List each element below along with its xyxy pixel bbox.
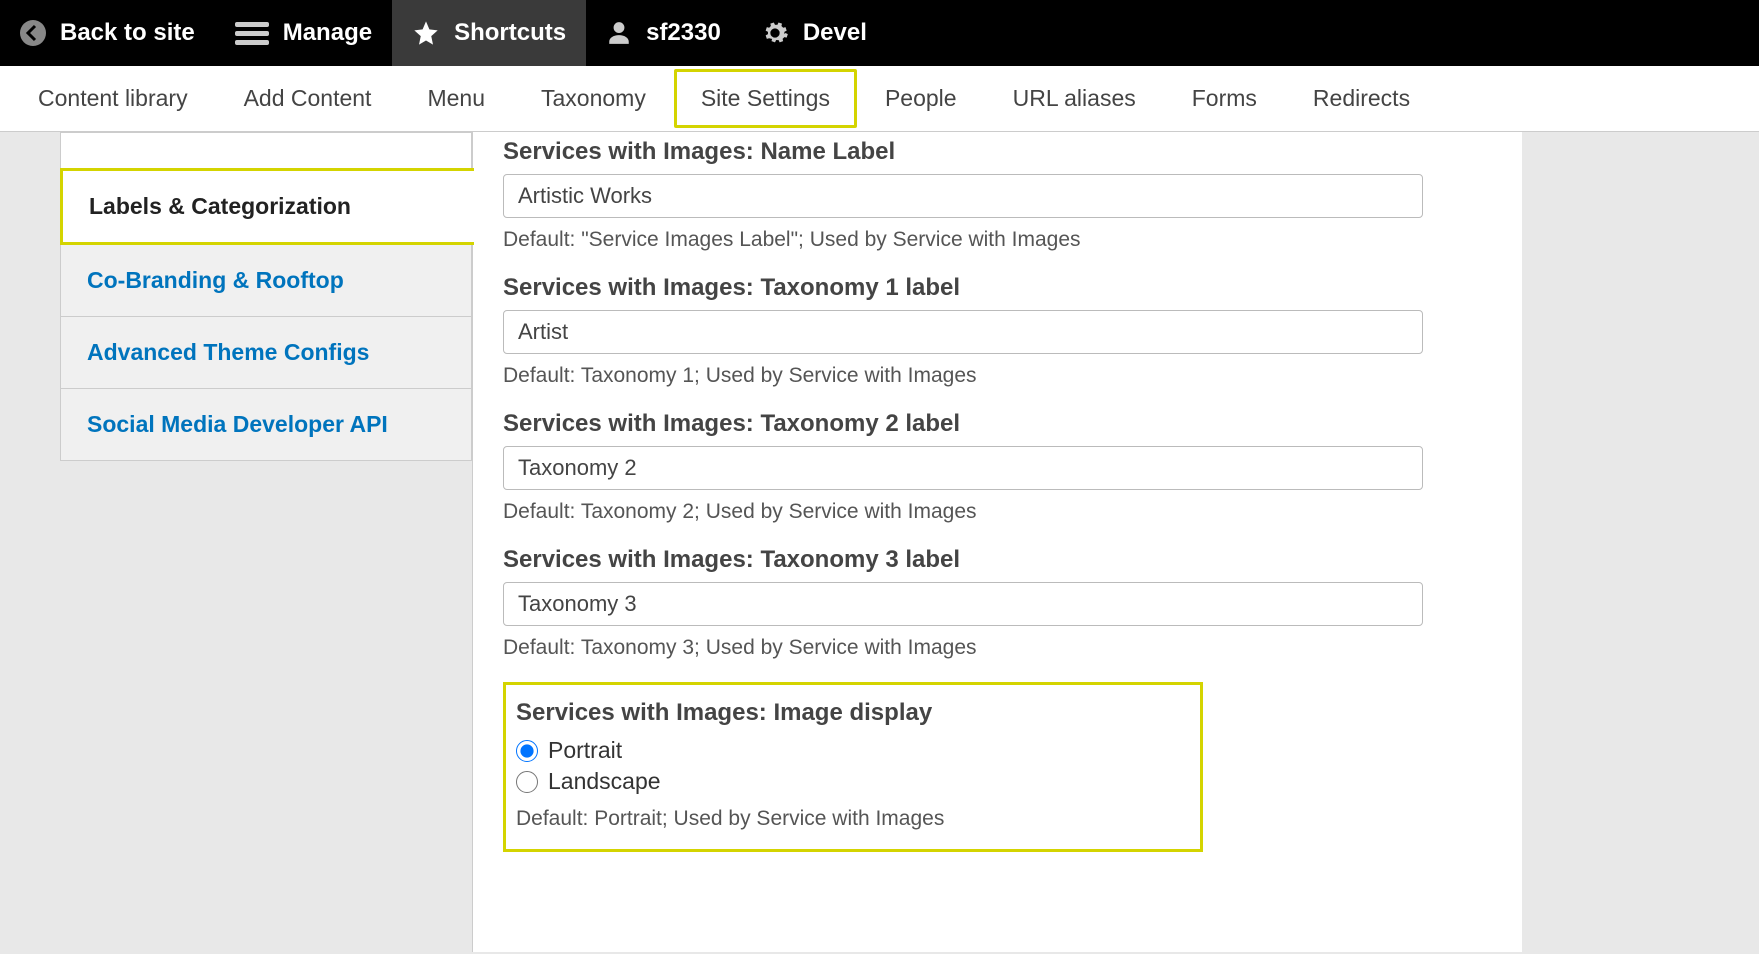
nav-taxonomy[interactable]: Taxonomy xyxy=(513,69,674,128)
secondary-nav: Content library Add Content Menu Taxonom… xyxy=(0,66,1759,132)
radio-portrait-label: Portrait xyxy=(548,737,622,764)
radio-portrait-input[interactable] xyxy=(516,740,538,762)
nav-content-library[interactable]: Content library xyxy=(10,69,216,128)
back-to-site-label: Back to site xyxy=(60,19,195,47)
field-name-label-input[interactable] xyxy=(503,174,1423,218)
field-taxonomy3: Services with Images: Taxonomy 3 label D… xyxy=(503,546,1492,660)
field-taxonomy1-title: Services with Images: Taxonomy 1 label xyxy=(503,274,1492,302)
sidebar-blank-top xyxy=(60,132,472,168)
nav-url-aliases[interactable]: URL aliases xyxy=(985,69,1164,128)
field-taxonomy2-help: Default: Taxonomy 2; Used by Service wit… xyxy=(503,500,1492,524)
field-taxonomy1: Services with Images: Taxonomy 1 label D… xyxy=(503,274,1492,388)
user-icon xyxy=(606,19,632,47)
sidebar-item-social-api[interactable]: Social Media Developer API xyxy=(60,389,472,461)
nav-menu[interactable]: Menu xyxy=(399,69,513,128)
sidebar-item-cobranding[interactable]: Co-Branding & Rooftop xyxy=(60,245,472,317)
shortcuts-button[interactable]: Shortcuts xyxy=(392,0,586,66)
field-taxonomy2-input[interactable] xyxy=(503,446,1423,490)
hamburger-icon xyxy=(235,20,269,46)
field-taxonomy2-title: Services with Images: Taxonomy 2 label xyxy=(503,410,1492,438)
nav-site-settings[interactable]: Site Settings xyxy=(674,69,857,128)
field-image-display-title: Services with Images: Image display xyxy=(516,699,1190,727)
field-taxonomy2: Services with Images: Taxonomy 2 label D… xyxy=(503,410,1492,524)
nav-people[interactable]: People xyxy=(857,69,985,128)
field-image-display-help: Default: Portrait; Used by Service with … xyxy=(516,807,1190,831)
admin-toolbar: Back to site Manage Shortcuts sf2330 Dev… xyxy=(0,0,1759,66)
field-taxonomy3-input[interactable] xyxy=(503,582,1423,626)
manage-button[interactable]: Manage xyxy=(215,0,392,66)
nav-add-content[interactable]: Add Content xyxy=(216,69,400,128)
field-taxonomy3-title: Services with Images: Taxonomy 3 label xyxy=(503,546,1492,574)
field-taxonomy3-help: Default: Taxonomy 3; Used by Service wit… xyxy=(503,636,1492,660)
radio-landscape[interactable]: Landscape xyxy=(516,768,1190,795)
nav-redirects[interactable]: Redirects xyxy=(1285,69,1438,128)
main-area: Labels & Categorization Co-Branding & Ro… xyxy=(0,132,1759,952)
field-taxonomy1-input[interactable] xyxy=(503,310,1423,354)
nav-forms[interactable]: Forms xyxy=(1164,69,1285,128)
devel-button[interactable]: Devel xyxy=(741,0,887,66)
user-button[interactable]: sf2330 xyxy=(586,0,741,66)
settings-content: Services with Images: Name Label Default… xyxy=(472,132,1522,952)
radio-landscape-input[interactable] xyxy=(516,771,538,793)
field-image-display: Services with Images: Image display Port… xyxy=(503,682,1203,852)
back-to-site-button[interactable]: Back to site xyxy=(0,0,215,66)
user-label: sf2330 xyxy=(646,19,721,47)
sidebar-item-theme-configs[interactable]: Advanced Theme Configs xyxy=(60,317,472,389)
field-name-label-help: Default: "Service Images Label"; Used by… xyxy=(503,228,1492,252)
field-name-label-title: Services with Images: Name Label xyxy=(503,138,1492,166)
radio-portrait[interactable]: Portrait xyxy=(516,737,1190,764)
field-taxonomy1-help: Default: Taxonomy 1; Used by Service wit… xyxy=(503,364,1492,388)
field-name-label: Services with Images: Name Label Default… xyxy=(503,138,1492,252)
star-icon xyxy=(412,19,440,47)
radio-landscape-label: Landscape xyxy=(548,768,661,795)
manage-label: Manage xyxy=(283,19,372,47)
back-arrow-icon xyxy=(20,20,46,46)
shortcuts-label: Shortcuts xyxy=(454,19,566,47)
devel-label: Devel xyxy=(803,19,867,47)
gear-icon xyxy=(761,19,789,47)
settings-sidebar: Labels & Categorization Co-Branding & Ro… xyxy=(60,132,472,952)
sidebar-item-labels[interactable]: Labels & Categorization xyxy=(60,168,474,245)
